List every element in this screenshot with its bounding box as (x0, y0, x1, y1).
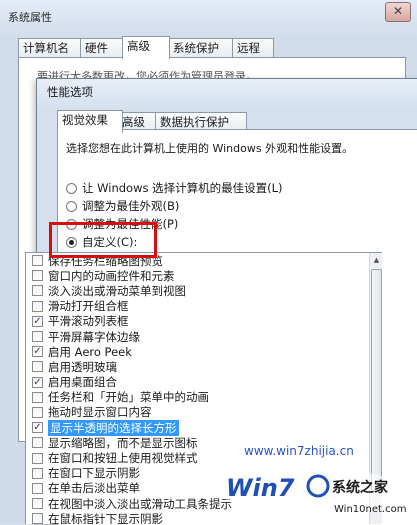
checkbox-unchecked[interactable] (32, 255, 43, 267)
effect-label: 平滑滚动列表框 (48, 314, 129, 329)
tab-advanced[interactable]: 高级 (122, 36, 170, 59)
watermark-url: www.win7zhijia.cn (244, 444, 354, 458)
logo-brand-text: 系统之家 (332, 479, 389, 496)
checkbox-checked[interactable]: ✓ (32, 376, 43, 388)
tab-computer-name[interactable]: 计算机名 (18, 38, 82, 58)
checkbox-unchecked[interactable] (32, 406, 43, 418)
checkbox-unchecked[interactable] (32, 331, 43, 343)
effect-item[interactable]: ✓ 启用桌面组合 (26, 375, 382, 390)
checkbox-checked[interactable]: ✓ (32, 315, 43, 327)
tab-hardware[interactable]: 硬件 (80, 38, 124, 58)
effect-item[interactable]: ✓ 平滑滚动列表框 (26, 314, 382, 329)
checkbox-unchecked[interactable] (32, 300, 43, 312)
effect-label: 平滑屏幕字体边缘 (48, 329, 140, 344)
radio-best-appearance[interactable]: 调整为最佳外观(B) (66, 198, 179, 214)
radio-let-windows-choose[interactable]: 让 Windows 选择计算机的最佳设置(L) (66, 180, 283, 196)
tab-remote[interactable]: 远程 (232, 38, 274, 58)
radio-label: 调整为最佳外观(B) (82, 199, 180, 213)
effect-label: 启用桌面组合 (48, 375, 117, 390)
checkbox-unchecked[interactable] (32, 452, 43, 464)
effect-item[interactable]: 启用透明玻璃 (26, 359, 382, 374)
effect-label: 在鼠标指针下显示阴影 (48, 511, 163, 524)
red-highlight-box (49, 222, 157, 258)
checkbox-unchecked[interactable] (32, 498, 43, 510)
effect-label: 显示缩略图，而不是显示图标 (48, 435, 198, 450)
effect-item[interactable]: ✓ 启用 Aero Peek (26, 344, 382, 359)
effect-item[interactable]: 拖动时显示窗口内容 (26, 405, 382, 420)
effect-label: 在单击后淡出菜单 (48, 481, 140, 496)
effect-item[interactable]: 任务栏和「开始」菜单中的动画 (26, 390, 382, 405)
effect-item[interactable]: 窗口内的动画控件和元素 (26, 268, 382, 283)
radio-button[interactable] (66, 182, 77, 194)
close-button[interactable]: ✕ (385, 2, 411, 22)
tab-visual-effects[interactable]: 视觉效果 (57, 110, 123, 133)
checkbox-unchecked[interactable] (32, 361, 43, 373)
logo-win7-text: Win7 (226, 474, 295, 502)
effect-item[interactable]: 淡入淡出或滑动菜单到视图 (26, 283, 382, 298)
effect-label: 窗口内的动画控件和元素 (48, 268, 175, 283)
window-title: 系统属性 (8, 11, 52, 24)
effect-label: 显示半透明的选择长方形 (48, 419, 179, 436)
tab-system-protection[interactable]: 系统保护 (168, 38, 234, 58)
effect-label: 在窗口下显示阴影 (48, 466, 140, 481)
effect-label: 淡入淡出或滑动菜单到视图 (48, 283, 186, 298)
checkbox-unchecked[interactable] (32, 513, 43, 524)
watermark-logo: Win7 系统之家 Win10net.com (221, 468, 406, 516)
logo-site-text: Win10net.com (334, 504, 406, 515)
checkbox-unchecked[interactable] (32, 285, 43, 297)
effect-item[interactable]: 滑动打开组合框 (26, 299, 382, 314)
effect-label: 启用 Aero Peek (48, 344, 132, 359)
effect-label: 启用透明玻璃 (48, 359, 117, 374)
radio-button[interactable] (66, 200, 77, 212)
radio-label: 让 Windows 选择计算机的最佳设置(L) (82, 181, 283, 195)
scroll-up-arrow-icon[interactable]: ▲ (370, 253, 382, 267)
effect-label: 滑动打开组合框 (48, 299, 129, 314)
checkbox-checked[interactable]: ✓ (32, 422, 43, 434)
effect-item[interactable]: ✓ 显示半透明的选择长方形 (26, 419, 382, 436)
checkbox-unchecked[interactable] (32, 467, 43, 479)
visual-effects-description: 选择您想在此计算机上使用的 Windows 外观和性能设置。 (66, 142, 354, 155)
checkbox-unchecked[interactable] (32, 437, 43, 449)
dialog-title: 性能选项 (47, 85, 93, 99)
checkbox-checked[interactable]: ✓ (32, 346, 43, 358)
checkbox-unchecked[interactable] (32, 270, 43, 282)
effect-label: 拖动时显示窗口内容 (48, 405, 152, 420)
effect-label: 在窗口和按钮上使用视觉样式 (48, 451, 198, 466)
effect-label: 任务栏和「开始」菜单中的动画 (48, 390, 209, 405)
effect-label: 在视图中淡入淡出或滑动工具条提示 (48, 496, 232, 511)
checkbox-unchecked[interactable] (32, 391, 43, 403)
effect-item[interactable]: 平滑屏幕字体边缘 (26, 329, 382, 344)
checkbox-unchecked[interactable] (32, 482, 43, 494)
